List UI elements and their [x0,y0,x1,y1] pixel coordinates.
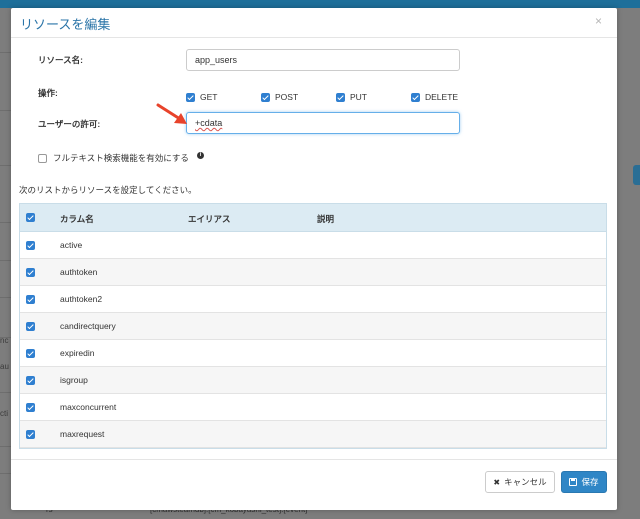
row-checkbox[interactable] [26,268,35,277]
save-button[interactable]: 保存 [561,471,607,493]
operation-post-checkbox[interactable]: POST [261,92,298,102]
row-checkbox[interactable] [26,349,35,358]
column-name-cell: authtoken [60,267,98,277]
columns-table: カラム名 エイリアス 説明 active authtoken authtoken… [19,203,607,449]
background-topbar [0,0,640,8]
background-fragment: nc [0,336,9,345]
column-name-cell: expiredin [60,348,95,358]
row-checkbox[interactable] [26,430,35,439]
row-checkbox[interactable] [26,403,35,412]
modal-footer: ✖ キャンセル 保存 [11,459,617,510]
operations-label: 操作: [38,88,58,98]
resource-name-input[interactable]: app_users [186,49,460,71]
operation-delete-label: DELETE [425,92,459,102]
row-checkbox[interactable] [26,376,35,385]
table-row[interactable]: authtoken2 [20,286,606,313]
modal-title: リソースを編集 [20,17,111,32]
modal-header: リソースを編集 × [11,8,617,38]
floppy-disk-icon [569,478,578,486]
column-header-name: カラム名 [60,214,94,224]
list-hint-text: 次のリストからリソースを設定してください。 [19,185,197,195]
column-name-cell: candirectquery [60,321,116,331]
checkbox-checked-icon[interactable] [186,92,195,102]
column-name-cell: maxconcurrent [60,402,117,412]
resource-name-label: リソース名: [38,55,83,65]
table-row[interactable]: expiredin [20,340,606,367]
checkbox-checked-icon[interactable] [261,92,270,102]
save-button-label: 保存 [581,477,599,487]
checkbox-unchecked-icon[interactable] [38,153,47,163]
operation-put-checkbox[interactable]: PUT [336,92,367,102]
fulltext-search-checkbox[interactable]: フルテキスト検索機能を有効にする i [38,151,204,164]
background-fragment: au [0,362,9,371]
background-fragment: cti [0,409,8,418]
cancel-button-label: キャンセル [504,477,547,487]
table-header: カラム名 エイリアス 説明 [20,204,606,232]
column-name-cell: isgroup [60,375,88,385]
row-checkbox[interactable] [26,241,35,250]
table-row[interactable]: maxrequest [20,421,606,448]
column-header-description: 説明 [317,214,335,224]
checkbox-checked-icon[interactable] [336,92,345,102]
operation-post-label: POST [275,92,299,102]
table-row[interactable]: candirectquery [20,313,606,340]
column-header-alias: エイリアス [188,214,231,224]
close-icon[interactable]: × [595,14,602,28]
checkbox-checked-icon[interactable] [411,92,420,102]
column-name-cell: authtoken2 [60,294,103,304]
background-side-button [633,165,640,185]
close-icon: ✖ [493,477,501,487]
operation-get-label: GET [200,92,218,102]
red-arrow-annotation [156,103,187,124]
select-all-checkbox[interactable] [26,213,35,222]
table-row[interactable]: isgroup [20,367,606,394]
table-row[interactable]: authtoken [20,259,606,286]
edit-resource-modal: リソースを編集 × リソース名: app_users 操作: GET POST … [11,8,617,510]
table-row[interactable]: active [20,232,606,259]
resource-name-value: app_users [195,55,238,65]
user-permission-value: +cdata [195,118,223,128]
cancel-button[interactable]: ✖ キャンセル [485,471,555,493]
table-row[interactable]: maxconcurrent [20,394,606,421]
operation-put-label: PUT [350,92,367,102]
user-permission-input[interactable]: +cdata [186,112,460,134]
column-name-cell: maxrequest [60,429,105,439]
fulltext-search-label: フルテキスト検索機能を有効にする [53,153,189,163]
info-icon[interactable]: i [196,151,204,159]
row-checkbox[interactable] [26,295,35,304]
user-permission-label: ユーザーの許可: [38,119,101,129]
operation-get-checkbox[interactable]: GET [186,92,217,102]
row-checkbox[interactable] [26,322,35,331]
operation-delete-checkbox[interactable]: DELETE [411,92,458,102]
column-name-cell: active [60,240,83,250]
